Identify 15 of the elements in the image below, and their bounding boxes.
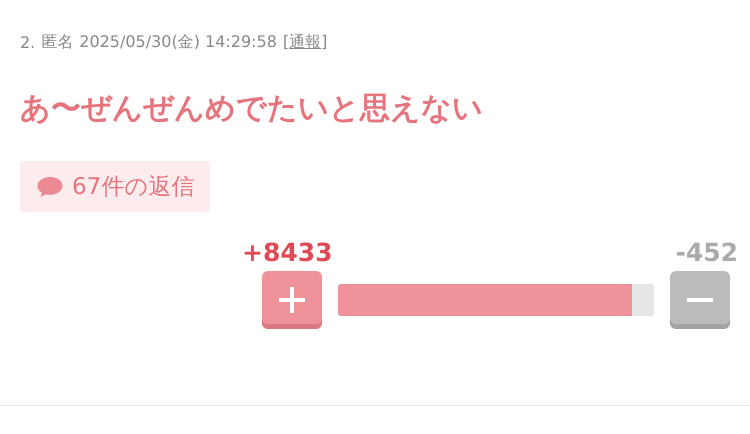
plus-button[interactable] <box>262 271 322 329</box>
plus-count: +8433 <box>242 238 333 267</box>
bracket: [ <box>282 32 290 52</box>
minus-button[interactable] <box>670 271 730 329</box>
report-link[interactable]: 通報 <box>289 32 322 52</box>
minus-count: -452 <box>675 238 738 267</box>
post-date: 2025/05/30(金) 14:29:58 <box>79 32 277 52</box>
replies-button[interactable]: 67件の返信 <box>20 161 210 212</box>
plus-icon <box>277 285 307 315</box>
minus-icon <box>685 298 715 302</box>
speech-bubble-icon <box>36 174 64 198</box>
author-name: 匿名 <box>41 32 74 52</box>
post-title: あ〜ぜんぜんめでたいと思えない <box>20 90 484 128</box>
bracket: ] <box>321 32 328 52</box>
post-number: 2. <box>20 32 36 52</box>
